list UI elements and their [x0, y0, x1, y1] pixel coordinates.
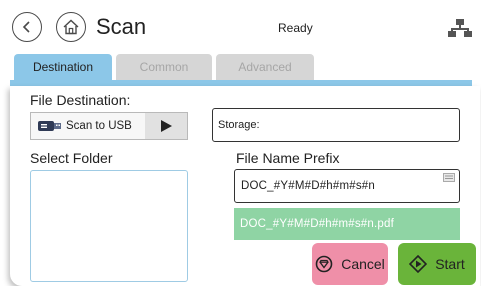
storage-value: Storage:: [218, 119, 260, 131]
tab-destination[interactable]: Destination: [14, 54, 112, 80]
start-button[interactable]: Start: [398, 243, 476, 285]
cancel-button[interactable]: Cancel: [312, 243, 388, 285]
cancel-label: Cancel: [341, 256, 385, 272]
storage-field[interactable]: Storage:: [212, 108, 460, 142]
chevron-left-icon: [22, 21, 30, 33]
home-button[interactable]: [56, 12, 86, 42]
file-name-preview: DOC_#Y#M#D#h#m#s#n.pdf: [234, 208, 460, 240]
start-diamond-icon: [409, 255, 428, 273]
prefix-value: DOC_#Y#M#D#h#m#s#n: [241, 180, 375, 192]
tab-advanced[interactable]: Advanced: [216, 54, 314, 80]
file-name-prefix-input[interactable]: DOC_#Y#M#D#h#m#s#n: [234, 169, 460, 203]
play-arrow-icon: [161, 120, 172, 132]
file-name-prefix-label: File Name Prefix: [236, 150, 340, 166]
back-button[interactable]: [12, 12, 42, 42]
preview-value: DOC_#Y#M#D#h#m#s#n.pdf: [240, 218, 394, 230]
tab-common[interactable]: Common: [116, 54, 212, 80]
keyboard-icon[interactable]: [443, 173, 455, 182]
select-folder-label: Select Folder: [30, 150, 113, 166]
usb-icon: [38, 121, 61, 131]
network-status: [448, 18, 472, 38]
stop-icon: [315, 255, 333, 273]
home-icon: [63, 19, 79, 35]
status-text: Ready: [278, 21, 313, 35]
page-title: Scan: [96, 14, 147, 39]
destination-selector[interactable]: Scan to USB: [30, 112, 188, 140]
destination-next-button[interactable]: [145, 113, 187, 139]
start-label: Start: [435, 256, 465, 272]
folder-list[interactable]: [30, 170, 188, 282]
network-icon: [448, 19, 472, 37]
destination-option[interactable]: Scan to USB: [31, 113, 145, 139]
destination-value: Scan to USB: [66, 120, 132, 132]
file-destination-label: File Destination:: [30, 92, 131, 108]
